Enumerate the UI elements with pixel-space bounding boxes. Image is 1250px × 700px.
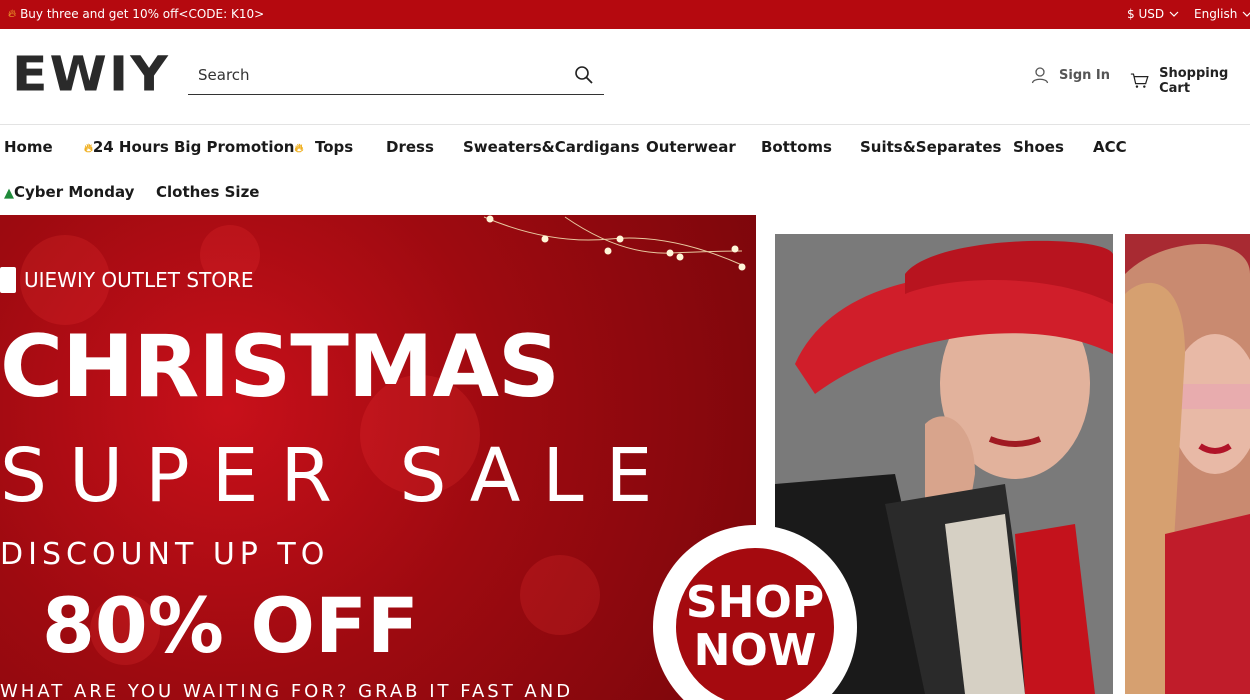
banner-tagline: WHAT ARE YOU WAITING FOR? GRAB IT FAST A… <box>0 681 574 700</box>
cart-label: Shopping Cart <box>1159 66 1229 96</box>
sign-in-link[interactable]: Sign In <box>1031 66 1110 84</box>
discount-line: DISCOUNT UP TO <box>0 537 330 572</box>
store-name: UIEWIY OUTLET STORE <box>0 267 254 293</box>
nav-outerwear[interactable]: Outerwear <box>646 138 736 156</box>
language-selector[interactable]: English <box>1194 7 1250 21</box>
nav-label: Cyber Monday <box>14 183 135 201</box>
header-divider <box>0 124 1250 125</box>
bokeh-decoration <box>520 555 600 635</box>
nav-suits-separates[interactable]: Suits&Separates <box>860 138 1001 156</box>
nav-clothes-size[interactable]: Clothes Size <box>156 183 259 201</box>
shop-now-line-2: NOW <box>693 625 817 676</box>
flame-icon: 🔥︎ <box>294 141 304 155</box>
promo-banner-text[interactable]: 🔥︎ Buy three and get 10% off<CODE: K10> <box>8 7 264 21</box>
nav-sweaters-cardigans[interactable]: Sweaters&Cardigans <box>463 138 640 156</box>
model-photo-sunglasses <box>1125 234 1250 694</box>
store-name-label: UIEWIY OUTLET STORE <box>24 268 254 292</box>
cart-icon <box>1130 73 1149 88</box>
shopping-cart-link[interactable]: Shopping Cart <box>1130 66 1250 96</box>
model-illustration <box>1125 234 1250 694</box>
flame-icon: 🔥︎ <box>8 7 17 20</box>
nav-shoes[interactable]: Shoes <box>1013 138 1064 156</box>
announcement-bar: 🔥︎ Buy three and get 10% off<CODE: K10> … <box>0 0 1250 29</box>
nav-home[interactable]: Home <box>4 138 53 156</box>
shop-now-line-1: SHOP <box>685 577 825 628</box>
string-lights-decoration <box>483 215 746 271</box>
hero-banner[interactable]: UIEWIY OUTLET STORE CHRISTMAS SUPER SALE… <box>0 215 1250 700</box>
nav-cyber-monday[interactable]: ▲Cyber Monday <box>4 183 134 201</box>
chevron-down-icon <box>1169 11 1179 17</box>
discount-value: 80% OFF <box>42 581 419 670</box>
currency-label: $ USD <box>1127 7 1165 21</box>
user-icon <box>1031 67 1049 84</box>
shopping-bag-icon <box>0 267 16 293</box>
sign-in-label: Sign In <box>1059 67 1110 83</box>
nav-acc[interactable]: ACC <box>1093 138 1127 156</box>
site-logo[interactable]: EWIY <box>12 48 170 101</box>
nav-label: 24 Hours Big Promotion <box>92 138 295 156</box>
chevron-down-icon <box>1242 11 1250 17</box>
promo-label: Buy three and get 10% off<CODE: K10> <box>20 7 265 21</box>
headline-christmas: CHRISTMAS <box>0 317 560 417</box>
nav-tops[interactable]: Tops <box>315 138 353 156</box>
search-input[interactable] <box>188 58 548 92</box>
flame-icon: 🔥︎ <box>84 141 93 155</box>
currency-selector[interactable]: $ USD <box>1127 7 1179 21</box>
banner-red-panel: UIEWIY OUTLET STORE CHRISTMAS SUPER SALE… <box>0 215 756 700</box>
search-bar <box>188 58 604 95</box>
headline-super-sale: SUPER SALE <box>0 433 675 519</box>
language-label: English <box>1194 7 1238 21</box>
search-icon[interactable] <box>574 65 594 85</box>
nav-24-hours-big-promotion[interactable]: 🔥︎24 Hours Big Promotion🔥︎ <box>84 138 303 156</box>
nav-dress[interactable]: Dress <box>386 138 434 156</box>
christmas-tree-icon: ▲ <box>4 186 14 201</box>
nav-bottoms[interactable]: Bottoms <box>761 138 832 156</box>
shop-now-circle: SHOP NOW <box>676 548 834 700</box>
